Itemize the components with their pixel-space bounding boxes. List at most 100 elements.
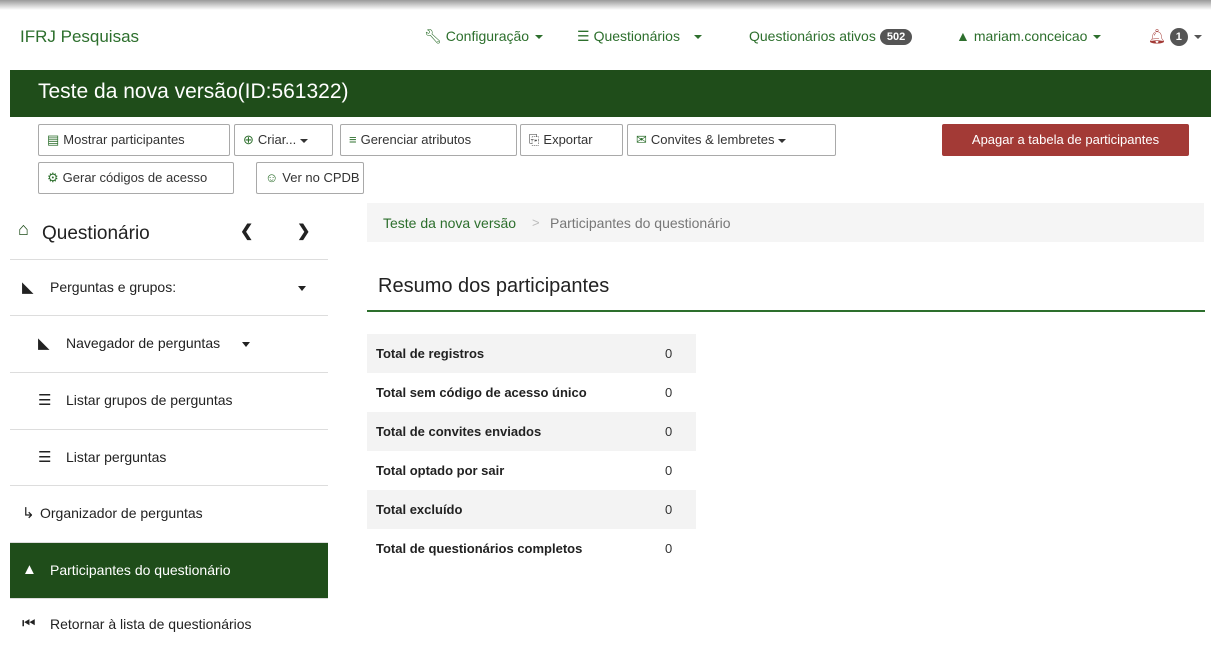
table-row: Total excluído 0 [367,490,696,529]
breadcrumb-separator: > [532,215,540,230]
sidebar-item-label: Retornar à lista de questionários [50,616,252,632]
active-questionnaires-label: Questionários ativos [749,28,876,44]
active-count-badge: 502 [879,29,913,46]
summary-value: 0 [656,490,696,529]
view-cpdb-label: Ver no CPDB [282,170,360,185]
summary-label: Total de questionários completos [376,541,583,556]
survey-title: Teste da nova versão(ID:561322) [38,80,349,103]
chevron-down-icon [300,138,309,143]
user-menu[interactable]: ▲ mariam.conceicao [956,28,1102,44]
chevron-down-icon [1193,35,1202,40]
sidebar-item-survey-participants[interactable]: ▲ Participantes do questionário [10,543,328,599]
table-row: Total de questionários completos 0 [367,529,696,568]
questionnaires-label: Questionários [593,28,680,44]
sidebar-item-label: Perguntas e grupos: [50,279,177,295]
sidebar-item-label: Listar perguntas [66,449,167,465]
user-label: mariam.conceicao [973,28,1088,44]
active-questionnaires-link[interactable]: Questionários ativos 502 [749,28,913,46]
breadcrumb-survey-link[interactable]: Teste da nova versão [383,215,516,231]
window-top-shadow [0,0,1211,10]
export-label: Exportar [543,132,593,147]
list-icon: ☰ [38,449,52,466]
brand-link[interactable]: IFRJ Pesquisas [20,27,139,47]
folder-open-icon: ◣ [38,335,50,352]
chevron-down-icon [242,342,250,347]
chevron-down-icon [778,138,787,143]
sidebar-item-list-question-groups[interactable]: ☰ Listar grupos de perguntas [10,373,328,430]
summary-value: 0 [665,541,673,556]
sidebar-title: Questionário [42,223,150,244]
sidebar-item-return-to-list[interactable]: ⏮︎ Retornar à lista de questionários [10,599,328,647]
summary-title: Resumo dos participantes [378,275,610,297]
invitations-button[interactable]: ✉ Convites & lembretes [627,124,836,156]
summary-label: Total de convites enviados [367,412,656,451]
summary-value: 0 [656,334,696,373]
export-button[interactable]: ⎘ Exportar [520,124,623,156]
summary-title-divider [367,310,1205,312]
participants-summary-table: Total de registros 0 Total sem código de… [367,334,696,568]
delete-participants-table-button[interactable]: Apagar a tabela de participantes [942,124,1189,156]
sidebar-item-label: Navegador de perguntas [66,335,221,351]
chevron-down-icon [693,35,702,40]
show-participants-label: Mostrar participantes [63,132,185,147]
home-icon: ⌂ [18,219,29,239]
summary-label: Total de registros [367,334,656,373]
table-row: Total de registros 0 [367,334,696,373]
participants-toolbar: ▤ Mostrar participantes ⊕ Criar... ≡ Gerenc… [10,117,1211,202]
breadcrumb: Teste da nova versão > Participantes do … [367,203,1204,242]
sidebar-item-label: Participantes do questionário [50,562,231,578]
breadcrumb-current: Participantes do questionário [550,215,731,231]
chevron-down-icon [1093,35,1102,40]
sidebar-header: ⌂ Questionário ❮ ❯ [10,203,328,260]
sidebar: ⌂ Questionário ❮ ❯ ◣ Perguntas e grupos:… [10,203,328,647]
table-row: Total de convites enviados 0 [367,412,696,451]
folder-open-icon: ◣ [22,279,34,296]
sidebar-item-list-questions[interactable]: ☰ Listar perguntas [10,430,328,486]
table-row: Total optado por sair 0 [367,451,696,490]
questionnaires-menu[interactable]: ☰ Questionários [577,28,702,45]
manage-attributes-button[interactable]: ≡ Gerenciar atributos [340,124,517,156]
envelope-icon: ✉ [636,132,647,147]
view-in-cpdb-button[interactable]: ☺ Ver no CPDB [256,162,364,194]
export-icon: ⎘ [529,132,540,147]
sidebar-item-label: Listar grupos de perguntas [66,392,233,408]
summary-label: Total optado por sair [376,463,505,478]
attributes-icon: ≡ [349,132,357,147]
summary-label: Total sem código de acesso único [376,385,587,400]
top-navbar: IFRJ Pesquisas 🔧︎ Configuração ☰ Questioná… [10,12,1211,70]
wrench-icon: 🔧︎ [424,28,442,44]
manage-attributes-label: Gerenciar atributos [360,132,472,147]
generate-codes-label: Gerar códigos de acesso [62,170,208,185]
table-row: Total sem código de acesso único 0 [367,373,696,412]
users-icon: ☺ [265,170,279,185]
summary-value: 0 [656,412,696,451]
invitations-label: Convites & lembretes [650,132,775,147]
config-label: Configuração [445,28,530,44]
survey-title-bar: Teste da nova versão(ID:561322) [10,70,1211,117]
chevron-down-icon [535,35,544,40]
bell-icon: 🔔︎ [1148,28,1166,44]
chevron-down-icon [298,286,306,291]
notifications-badge: 1 [1169,28,1188,47]
organizer-icon: ↳ [22,505,35,522]
chevron-left-icon[interactable]: ❮ [240,221,253,241]
summary-value: 0 [665,463,673,478]
user-icon: ▲ [956,28,970,44]
notifications-menu[interactable]: 🔔︎ 1 [1148,28,1202,47]
gear-icon: ⚙ [47,170,59,185]
config-menu[interactable]: 🔧︎ Configuração [424,28,544,45]
create-button[interactable]: ⊕ Criar... [234,124,333,156]
summary-label: Total excluído [367,490,656,529]
sidebar-item-questions-groups[interactable]: ◣ Perguntas e grupos: [10,260,328,316]
user-icon: ▲ [22,561,37,578]
step-backward-icon: ⏮︎ [22,615,36,632]
sidebar-item-question-organizer[interactable]: ↳ Organizador de perguntas [10,486,328,543]
table-icon: ▤ [47,132,60,147]
delete-table-label: Apagar a tabela de participantes [971,132,1160,147]
list-icon: ☰ [38,392,52,409]
generate-access-codes-button[interactable]: ⚙ Gerar códigos de acesso [38,162,234,194]
list-icon: ☰ [577,28,590,44]
chevron-right-icon[interactable]: ❯ [297,221,310,241]
show-participants-button[interactable]: ▤ Mostrar participantes [38,124,230,156]
sidebar-item-question-navigator[interactable]: ◣ Navegador de perguntas [10,316,328,373]
